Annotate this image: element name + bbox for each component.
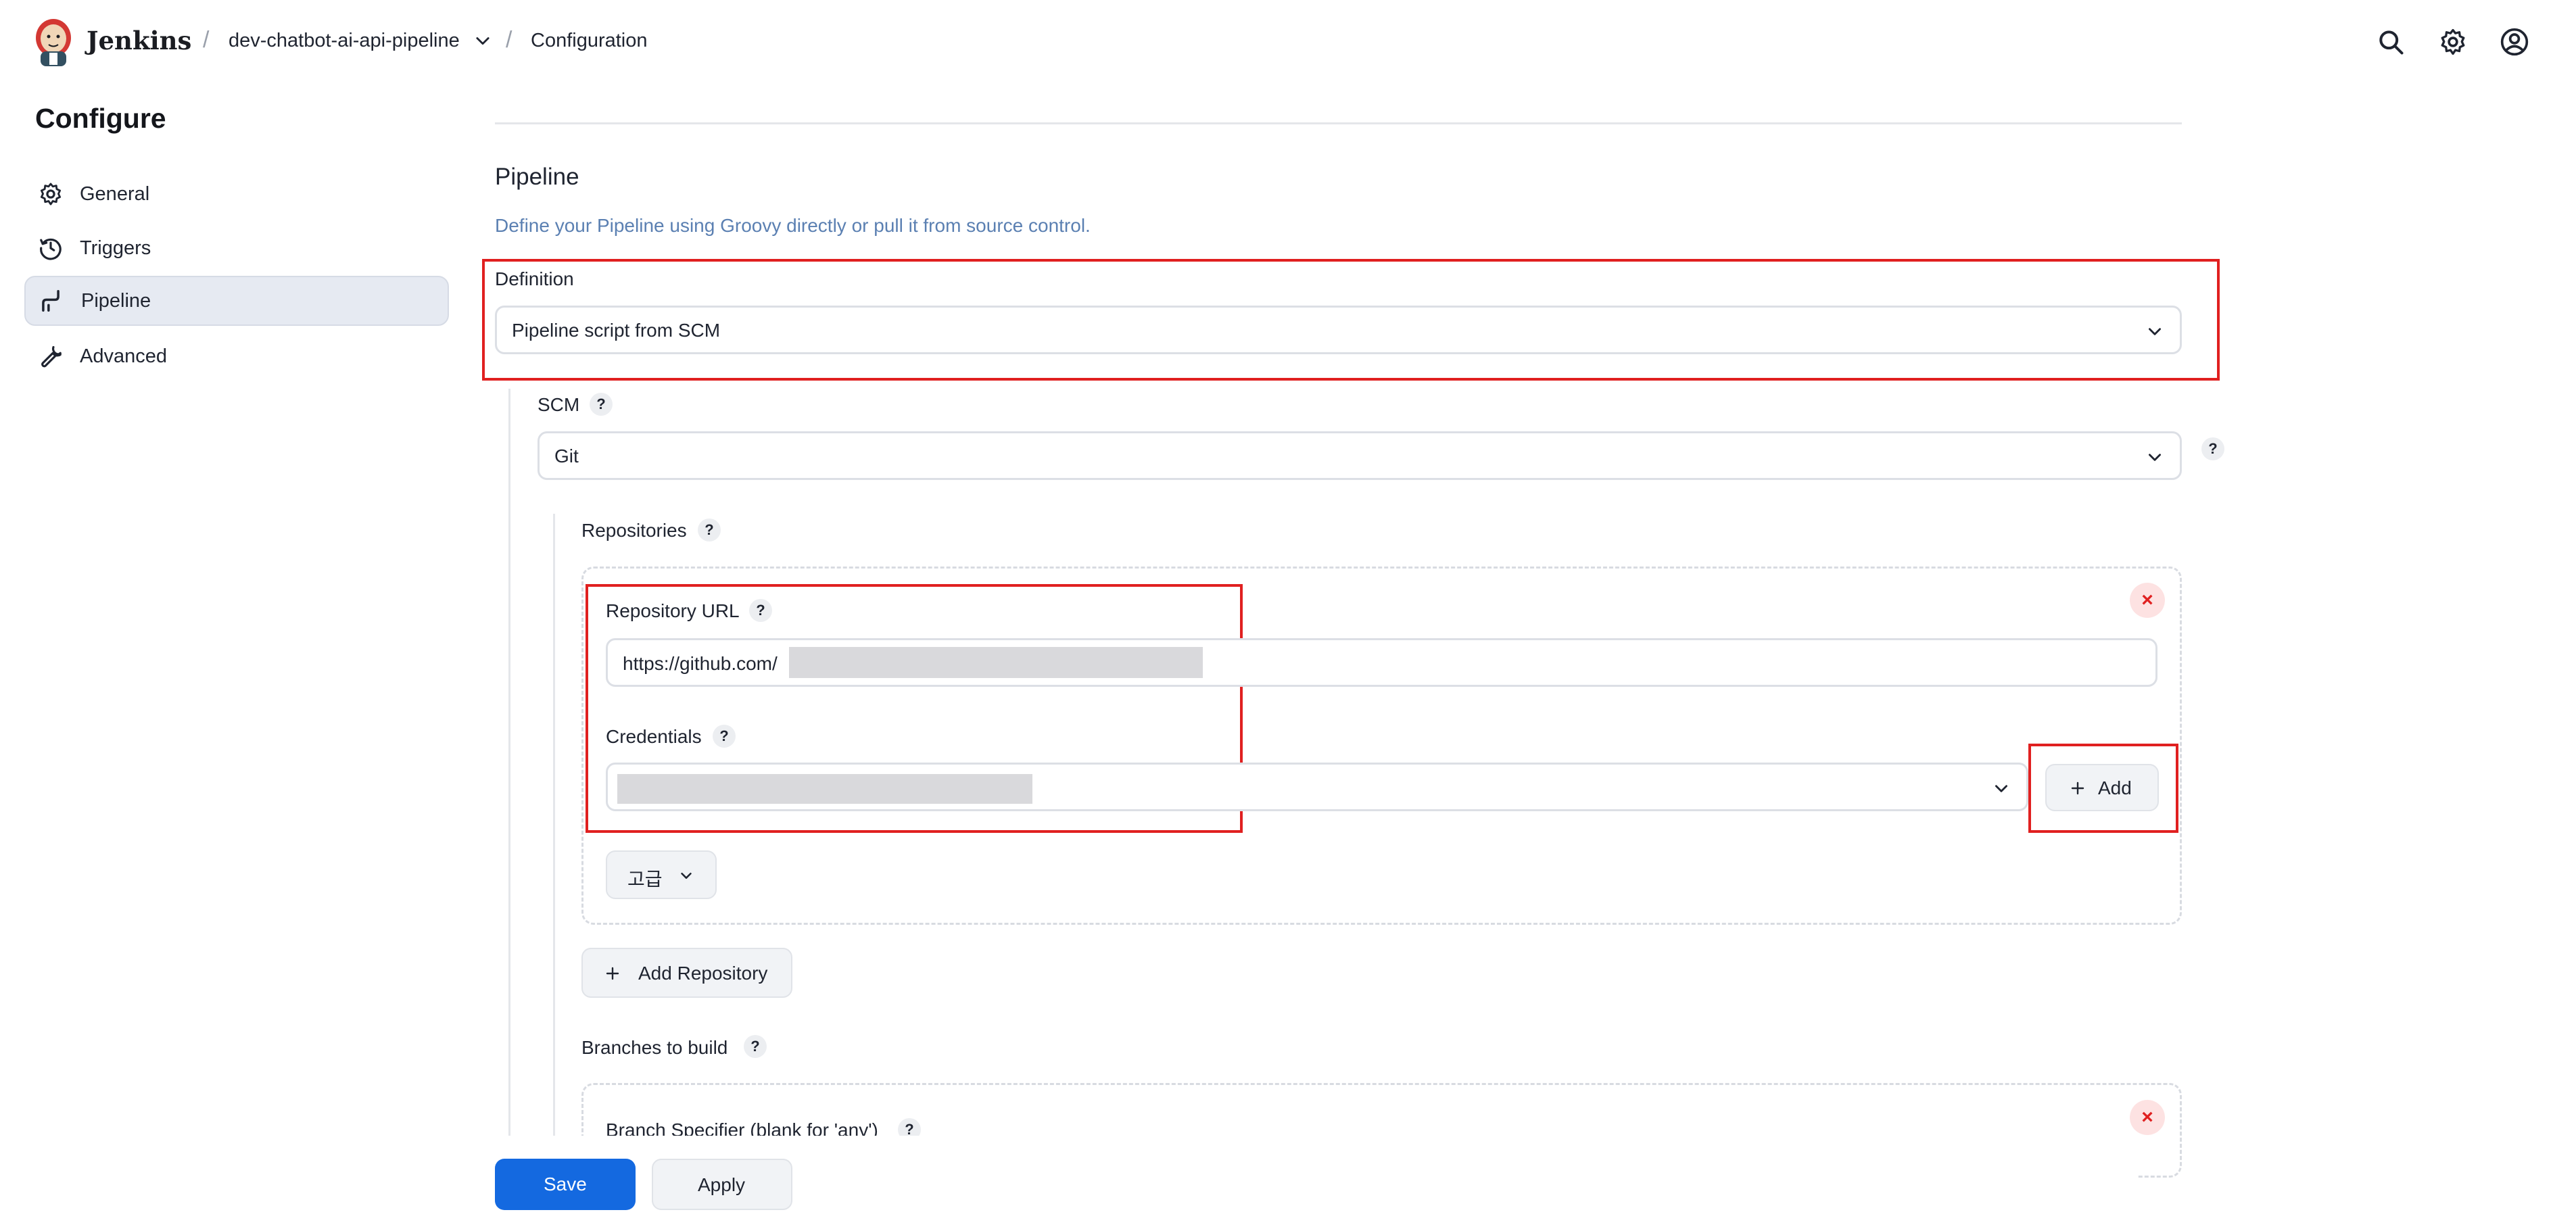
wrench-icon <box>41 345 62 368</box>
branches-label: Branches to build <box>581 1037 728 1058</box>
apply-button-label: Apply <box>698 1174 746 1195</box>
pipeline-section-description: Define your Pipeline using Groovy direct… <box>495 215 1091 236</box>
definition-label: Definition <box>495 268 574 289</box>
sidebar-item-pipeline[interactable]: Pipeline <box>24 276 449 326</box>
add-repository-label: Add Repository <box>638 963 768 984</box>
breadcrumb-job[interactable]: dev-chatbot-ai-api-pipeline <box>229 30 460 52</box>
section-divider <box>495 122 2182 124</box>
gear-icon <box>40 183 62 206</box>
repository-url-input[interactable]: https://github.com/ <box>606 638 2157 687</box>
user-account-icon[interactable] <box>2500 27 2529 57</box>
pipeline-icon <box>42 290 59 312</box>
advanced-toggle-button[interactable]: 고급 <box>606 850 717 899</box>
scm-help-icon[interactable]: ? <box>590 393 613 416</box>
advanced-toggle-label: 고급 <box>627 869 663 890</box>
add-credentials-label: Add <box>2098 777 2132 798</box>
repositories-label: Repositories <box>581 520 687 541</box>
credentials-help-icon[interactable]: ? <box>713 725 736 748</box>
chevron-down-icon <box>2149 454 2161 461</box>
plus-icon <box>606 967 619 980</box>
top-header: Jenkins / dev-chatbot-ai-api-pipeline / … <box>0 0 2576 85</box>
sidebar-item-label: Advanced <box>80 345 167 367</box>
nesting-guide-line <box>508 389 510 1139</box>
chevron-down-icon[interactable] <box>473 31 492 50</box>
scm-select[interactable]: Git <box>538 431 2182 480</box>
sidebar-item-label: Triggers <box>80 237 151 259</box>
redacted-text <box>617 774 1032 804</box>
repository-url-value: https://github.com/ <box>623 653 778 674</box>
definition-select[interactable]: Pipeline script from SCM <box>495 306 2182 354</box>
sidebar-title: Configure <box>35 103 166 134</box>
add-credentials-button[interactable]: Add <box>2045 764 2159 811</box>
apply-button[interactable]: Apply <box>652 1159 792 1210</box>
repository-url-label: Repository URL <box>606 600 740 621</box>
sidebar-item-general[interactable]: General <box>24 169 449 219</box>
add-repository-button[interactable]: Add Repository <box>581 948 792 998</box>
definition-selected-value: Pipeline script from SCM <box>512 320 721 341</box>
nesting-guide-line <box>553 514 555 1139</box>
save-button-label: Save <box>544 1174 587 1195</box>
clock-icon <box>40 238 62 260</box>
sidebar-item-advanced[interactable]: Advanced <box>24 331 449 381</box>
breadcrumb-separator: / <box>506 27 512 53</box>
breadcrumb-separator: / <box>203 27 210 53</box>
pipeline-section-title: Pipeline <box>495 164 579 190</box>
credentials-label: Credentials <box>606 726 702 747</box>
gear-icon[interactable] <box>2438 27 2468 57</box>
plus-icon <box>2071 781 2084 795</box>
sidebar-item-label: Pipeline <box>81 290 151 312</box>
repositories-help-icon[interactable]: ? <box>698 519 721 541</box>
breadcrumb-configuration: Configuration <box>531 30 648 51</box>
chevron-down-icon <box>1995 785 2007 792</box>
scm-label: SCM <box>538 394 580 415</box>
chevron-down-icon <box>681 872 692 879</box>
sidebar-item-label: General <box>80 183 150 205</box>
jenkins-logo-icon[interactable] <box>32 16 74 68</box>
remove-repository-button[interactable]: × <box>2130 583 2165 618</box>
branches-help-icon[interactable]: ? <box>744 1035 767 1058</box>
sidebar-item-triggers[interactable]: Triggers <box>24 223 449 273</box>
scm-selected-value: Git <box>554 445 579 466</box>
remove-branch-button[interactable]: × <box>2130 1100 2165 1135</box>
redacted-text <box>789 647 1203 678</box>
scm-select-help-icon[interactable]: ? <box>2201 437 2224 460</box>
save-button[interactable]: Save <box>495 1159 636 1210</box>
credentials-select[interactable] <box>606 763 2028 811</box>
brand-name[interactable]: Jenkins <box>87 26 191 55</box>
chevron-down-icon <box>2149 328 2161 335</box>
repository-url-help-icon[interactable]: ? <box>749 599 772 622</box>
search-icon[interactable] <box>2376 27 2406 57</box>
